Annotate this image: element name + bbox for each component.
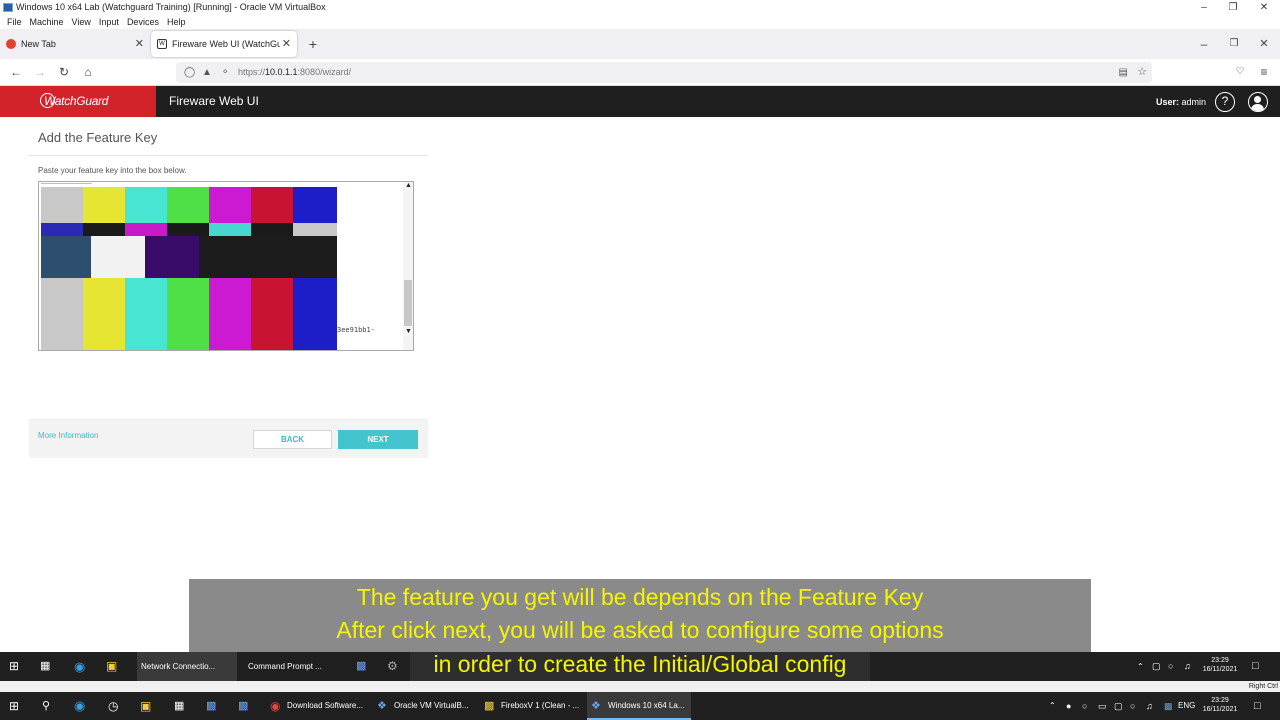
scroll-up-icon[interactable]: ▲ bbox=[405, 182, 412, 189]
help-icon[interactable]: ? bbox=[1215, 92, 1235, 112]
firefox-icon bbox=[6, 39, 16, 49]
watchguard-logo: WatchGuard bbox=[0, 86, 156, 117]
next-button[interactable]: NEXT bbox=[338, 430, 418, 449]
clock-app-icon[interactable]: ◷ bbox=[108, 692, 118, 720]
menu-help[interactable]: Help bbox=[166, 15, 187, 29]
close-icon[interactable]: ✕ bbox=[1250, 0, 1278, 15]
subtitle-line-3: in order to create the Initial/Global co… bbox=[433, 651, 847, 677]
home-icon[interactable]: ⌂ bbox=[79, 63, 97, 81]
close-tab-icon[interactable]: ✕ bbox=[282, 31, 291, 57]
scrollbar-thumb[interactable] bbox=[404, 280, 412, 326]
reload-icon[interactable]: ↻ bbox=[55, 63, 73, 81]
new-tab-plus-icon[interactable]: + bbox=[304, 35, 322, 53]
user-avatar-icon[interactable] bbox=[1248, 92, 1268, 112]
search-icon[interactable]: ⚲ bbox=[42, 692, 50, 720]
minimize-icon[interactable]: – bbox=[1190, 0, 1218, 15]
window-title: Windows 10 x64 Lab (Watchguard Training)… bbox=[16, 2, 326, 12]
close-icon[interactable]: ✕ bbox=[1255, 35, 1273, 53]
tray-mic-icon[interactable]: ● bbox=[1066, 692, 1071, 720]
user-info: User: admin bbox=[1156, 97, 1207, 107]
app-header: WatchGuard Fireware Web UI User: admin ? bbox=[0, 86, 1280, 117]
menu-machine[interactable]: Machine bbox=[29, 15, 65, 29]
tray-volume-icon[interactable]: ♫ bbox=[1146, 692, 1153, 720]
more-information-link[interactable]: More Information bbox=[38, 431, 98, 440]
subtitle-line-2: After click next, you will be asked to c… bbox=[336, 617, 944, 643]
tab-label: New Tab bbox=[21, 39, 56, 49]
tab-new-tab[interactable]: New Tab ✕ bbox=[0, 31, 150, 57]
minimize-icon[interactable]: – bbox=[1195, 35, 1213, 53]
back-button[interactable]: BACK bbox=[253, 430, 332, 449]
browser-nav-bar: ← → ↻ ⌂ ◯ ▲ ⚬ https://10.0.1.1:8080/wiza… bbox=[0, 59, 1280, 86]
scroll-down-icon[interactable]: ▼ bbox=[405, 328, 412, 335]
host-taskbar: ⊞ ⚲ ◉ ◷ ▣ ▦ ▩ ▩ ◉ Download Software... ❖ O… bbox=[0, 692, 1280, 720]
lock-warning-icon[interactable]: ▲ bbox=[202, 62, 212, 83]
menu-devices[interactable]: Devices bbox=[126, 15, 160, 29]
file-explorer-icon[interactable]: ▣ bbox=[140, 692, 151, 720]
restore-icon[interactable]: ❐ bbox=[1225, 35, 1243, 53]
feature-key-textarea[interactable]: ———————————— 3ee91bb1- ▲ ▼ bbox=[38, 181, 414, 351]
pocket-icon[interactable]: ♡ bbox=[1231, 63, 1249, 81]
watchguard-favicon: W bbox=[157, 39, 167, 49]
notification-icon[interactable]: □ bbox=[1254, 692, 1261, 720]
url-text: https://10.0.1.1:8080/wizard/ bbox=[238, 67, 352, 77]
taskbar-item-virtualbox[interactable]: ❖ Oracle VM VirtualB... bbox=[373, 692, 477, 720]
subtitle-line-1: The feature you get will be depends on t… bbox=[356, 584, 924, 610]
taskbar-item-chrome[interactable]: ◉ Download Software... bbox=[266, 692, 370, 720]
restore-icon[interactable]: ❐ bbox=[1219, 0, 1247, 15]
forward-arrow-icon[interactable]: → bbox=[31, 63, 49, 81]
shield-icon[interactable]: ◯ bbox=[184, 62, 195, 83]
vbox-title-bar: Windows 10 x64 Lab (Watchguard Training)… bbox=[0, 0, 1280, 15]
tray-battery-icon[interactable]: ▭ bbox=[1098, 692, 1107, 720]
app-icon[interactable]: ▩ bbox=[238, 692, 248, 720]
page-title: Add the Feature Key bbox=[38, 130, 158, 145]
network-app-icon[interactable]: ▦ bbox=[174, 692, 184, 720]
redacted-key-color-bars bbox=[41, 187, 337, 350]
menu-input[interactable]: Input bbox=[98, 15, 120, 29]
tab-fireware[interactable]: W Fireware Web UI (WatchGuard ✕ bbox=[151, 31, 297, 57]
menu-view[interactable]: View bbox=[71, 15, 92, 29]
edge-icon[interactable]: ◉ bbox=[74, 692, 85, 720]
host-clock[interactable]: 23:29 16/11/2021 bbox=[1200, 696, 1240, 714]
menu-file[interactable]: File bbox=[6, 15, 23, 29]
taskbar-item-firebox[interactable]: ▩ FireboxV 1 (Clean - ... bbox=[480, 692, 584, 720]
tray-chevron-icon[interactable]: ⌃ bbox=[1049, 692, 1056, 720]
back-arrow-icon[interactable]: ← bbox=[7, 63, 25, 81]
app-name: Fireware Web UI bbox=[169, 94, 259, 108]
vbox-menu-bar: File Machine View Input Devices Help bbox=[0, 15, 1280, 29]
vm-status-bar: Right Ctrl bbox=[0, 681, 1280, 692]
reader-view-icon[interactable]: ▤ bbox=[1119, 62, 1128, 83]
taskbar-item-windows10-vm[interactable]: ❖ Windows 10 x64 La... bbox=[587, 692, 691, 720]
logo-text: WatchGuard bbox=[44, 94, 109, 108]
hamburger-menu-icon[interactable]: ≡ bbox=[1255, 63, 1273, 81]
host-key-label: Right Ctrl bbox=[1248, 683, 1278, 690]
virtualbox-icon bbox=[3, 3, 13, 12]
close-tab-icon[interactable]: ✕ bbox=[135, 31, 144, 57]
windows-start-icon[interactable]: ⊞ bbox=[9, 692, 19, 720]
tray-virtualbox-icon[interactable]: ▩ bbox=[1164, 692, 1173, 720]
remote-desktop-icon[interactable]: ▩ bbox=[206, 692, 216, 720]
textarea-scrollbar[interactable]: ▲ ▼ bbox=[403, 182, 413, 350]
bookmark-star-icon[interactable]: ☆ bbox=[1137, 62, 1147, 83]
tab-label: Fireware Web UI (WatchGuard bbox=[172, 39, 280, 49]
tray-network-icon[interactable]: ▢ bbox=[1114, 692, 1123, 720]
language-indicator[interactable]: ENG bbox=[1178, 692, 1195, 720]
permissions-icon[interactable]: ⚬ bbox=[221, 62, 229, 83]
browser-tab-strip: New Tab ✕ W Fireware Web UI (WatchGuard … bbox=[0, 29, 1280, 59]
divider bbox=[29, 155, 428, 156]
instruction-text: Paste your feature key into the box belo… bbox=[38, 166, 187, 175]
feature-key-visible-text: 3ee91bb1- bbox=[337, 326, 375, 334]
url-bar[interactable]: ◯ ▲ ⚬ https://10.0.1.1:8080/wizard/ ▤ ☆ bbox=[176, 62, 1152, 83]
tray-app-icon[interactable]: ○ bbox=[1082, 692, 1087, 720]
tray-globe-icon[interactable]: ○ bbox=[1130, 692, 1135, 720]
